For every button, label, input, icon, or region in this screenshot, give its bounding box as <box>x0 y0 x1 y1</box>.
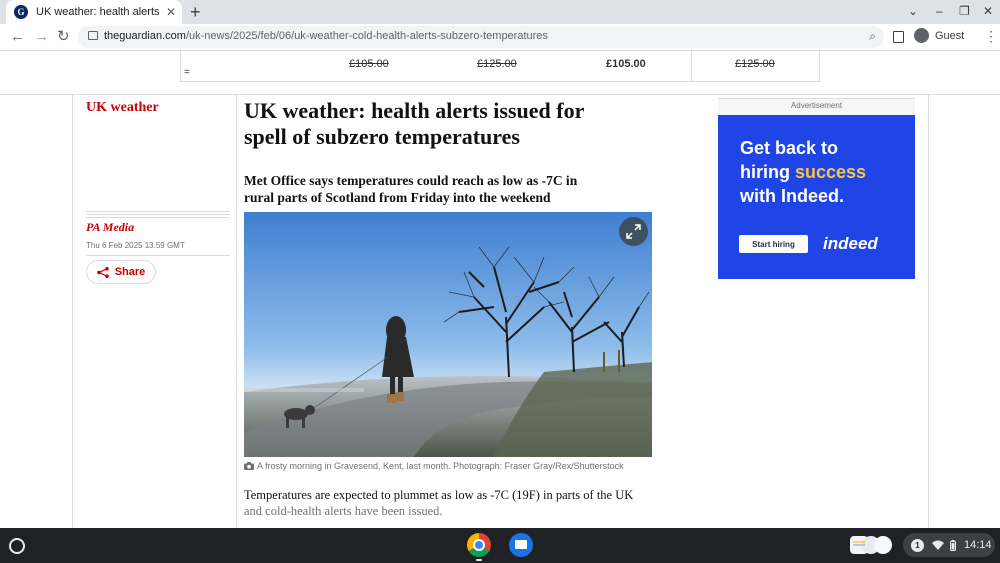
share-button[interactable]: Share <box>86 260 156 284</box>
clock-time: 14:14 <box>964 539 992 551</box>
tab-close-icon[interactable]: ✕ <box>166 5 176 19</box>
ad-line-3: with Indeed. <box>740 186 845 206</box>
zoom-icon[interactable]: ⌕ <box>869 29 876 44</box>
close-window-icon[interactable]: ✕ <box>983 4 993 18</box>
indeed-ad-banner[interactable]: Get back to hiring success with Indeed. … <box>718 115 915 279</box>
ad-line-2: hiring success <box>740 162 867 182</box>
ad-line-1: Get back to <box>740 138 839 158</box>
frosty-morning-photo <box>244 212 652 457</box>
restore-icon[interactable]: ❐ <box>959 4 970 18</box>
files-app-icon[interactable] <box>509 533 533 557</box>
ad-copy: Get back to hiring success with Indeed. <box>740 136 910 208</box>
back-icon[interactable]: ← <box>10 28 25 46</box>
tab-search-icon[interactable]: ⌄ <box>908 4 918 18</box>
price-bar: = £105.00 £125.00 £105.00 £125.00 <box>180 51 820 82</box>
column-rule-right <box>928 95 929 528</box>
browser-toolbar: ← → ↻ theguardian.com/uk-news/2025/feb/0… <box>0 24 1000 51</box>
chrome-active-indicator <box>476 559 482 561</box>
article-headline: UK weather: health alerts issued for spe… <box>244 98 584 149</box>
url-text[interactable]: theguardian.com/uk-news/2025/feb/06/uk-w… <box>104 30 548 42</box>
profile-button[interactable]: Guest <box>914 28 964 43</box>
expand-icon <box>626 224 641 239</box>
column-rule-mid <box>236 95 237 528</box>
holding-space-icon[interactable] <box>848 533 896 557</box>
side-panel-icon[interactable] <box>893 31 904 43</box>
price-current: £105.00 <box>606 58 646 70</box>
notification-badge[interactable]: 1 <box>911 538 924 552</box>
price-old-1: £105.00 <box>349 58 389 70</box>
menu-icon[interactable]: ⋮ <box>984 28 998 45</box>
page-rule <box>0 94 1000 95</box>
system-shelf: 1 14:14 <box>0 528 1000 563</box>
launcher-icon[interactable] <box>9 538 25 554</box>
byline-rule <box>86 217 230 218</box>
new-tab-button[interactable]: + <box>190 2 201 22</box>
share-label: Share <box>114 266 146 278</box>
body-line-1: Temperatures are expected to plummet as … <box>244 488 634 502</box>
article-body: Temperatures are expected to plummet as … <box>244 487 664 519</box>
price-old-2: £125.00 <box>477 58 517 70</box>
reload-icon[interactable]: ↻ <box>57 28 70 46</box>
photo-caption: A frosty morning in Gravesend, Kent, las… <box>244 461 624 471</box>
minimize-icon[interactable]: – <box>936 4 943 18</box>
chrome-app-icon[interactable] <box>467 533 491 557</box>
address-bar[interactable]: theguardian.com/uk-news/2025/feb/06/uk-w… <box>78 26 884 48</box>
expand-image-button[interactable] <box>619 217 648 246</box>
body-line-2: and cold-health alerts have been issued. <box>244 504 443 518</box>
author-link[interactable]: PA Media <box>86 220 134 235</box>
share-icon <box>96 266 109 278</box>
advertisement-label: Advertisement <box>718 98 915 115</box>
guardian-favicon-icon: G <box>14 5 28 19</box>
camera-icon <box>244 462 254 470</box>
article-photo[interactable] <box>244 212 652 457</box>
price-old-3: £125.00 <box>735 58 775 70</box>
caption-text: A frosty morning in Gravesend, Kent, las… <box>257 461 624 471</box>
battery-icon <box>950 539 956 551</box>
browser-tab[interactable]: G UK weather: health alerts issued ✕ <box>6 0 182 24</box>
byline-rule <box>86 211 230 212</box>
tab-title: UK weather: health alerts issued <box>36 6 160 18</box>
price-divider <box>691 51 692 81</box>
section-label[interactable]: UK weather <box>86 100 159 116</box>
page-content: = £105.00 £125.00 £105.00 £125.00 UK wea… <box>0 51 1000 528</box>
forward-icon[interactable]: → <box>34 28 49 46</box>
article-standfirst: Met Office says temperatures could reach… <box>244 173 578 205</box>
indeed-logo: indeed <box>823 234 878 253</box>
price-bar-eq: = <box>184 67 190 78</box>
profile-name: Guest <box>935 29 965 42</box>
start-hiring-button[interactable]: Start hiring <box>739 235 808 253</box>
guest-avatar-icon <box>914 28 929 43</box>
status-tray[interactable]: 1 14:14 <box>903 533 995 557</box>
wifi-icon <box>932 540 944 550</box>
publish-date: Thu 6 Feb 2025 13.59 GMT <box>86 241 185 250</box>
lock-icon[interactable] <box>88 31 98 40</box>
column-rule-left <box>72 95 73 528</box>
byline-rule <box>86 214 230 215</box>
date-rule <box>86 255 230 256</box>
tab-strip: G UK weather: health alerts issued ✕ + ⌄… <box>0 0 1000 24</box>
